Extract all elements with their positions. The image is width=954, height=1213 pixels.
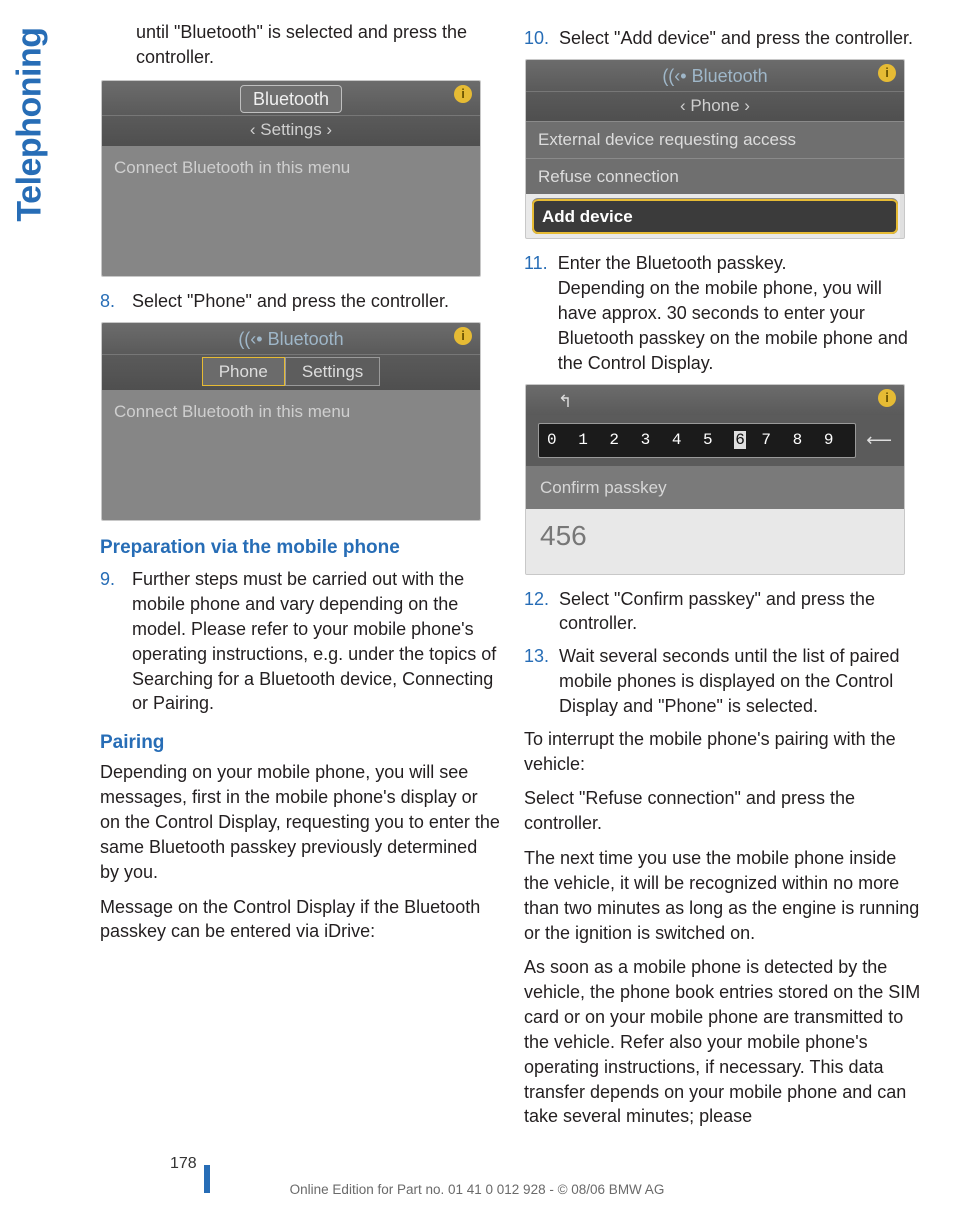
entered-passkey: 456	[526, 509, 904, 574]
pairing-paragraph-2: Message on the Control Display if the Bl…	[100, 895, 500, 945]
step-11-number: 11.	[524, 251, 548, 375]
back-icon: ↰	[544, 392, 572, 411]
shot2-body: Connect Bluetooth in this menu	[102, 390, 480, 520]
backspace-icon: ⟵	[866, 428, 892, 453]
as-soon-paragraph: As soon as a mobile phone is detected by…	[524, 955, 924, 1129]
digit-highlight: 6	[734, 431, 746, 449]
side-tab-label: Telephoning	[11, 28, 50, 248]
next-time-paragraph: The next time you use the mobile phone i…	[524, 846, 924, 945]
tab-phone: Phone	[202, 357, 285, 386]
phone-breadcrumb: ‹ Phone ›	[526, 91, 904, 121]
bt-prefix-icon: ((‹•	[238, 329, 267, 349]
step-11a-text: Enter the Bluetooth passkey.	[558, 253, 787, 273]
screenshot-add-device: ((‹• Bluetooth i ‹ Phone › External devi…	[525, 59, 905, 240]
heading-pairing: Pairing	[100, 730, 500, 756]
bt-title: Bluetooth	[692, 66, 768, 86]
step-9-number: 9.	[100, 567, 122, 716]
info-icon: i	[454, 327, 472, 345]
step-10-number: 10.	[524, 26, 549, 51]
side-tab: Telephoning	[0, 0, 57, 220]
interrupt-action: Select "Refuse connection" and press the…	[524, 786, 924, 836]
page-number: 178	[170, 1155, 197, 1173]
right-column: 10. Select "Add device" and press the co…	[524, 20, 924, 1139]
step-11b-text: Depending on the mobile phone, you will …	[558, 278, 908, 372]
step-13-number: 13.	[524, 644, 549, 718]
info-icon: i	[454, 85, 472, 103]
step-12-text: Select "Confirm passkey" and press the c…	[559, 587, 924, 637]
digit-selector: 0 1 2 3 4 5 6 7 8 9	[538, 423, 856, 457]
step-8-number: 8.	[100, 289, 122, 314]
tab-settings: Settings	[285, 357, 380, 386]
footer-line: Online Edition for Part no. 01 41 0 012 …	[0, 1182, 954, 1197]
step-9-text: Further steps must be carried out with t…	[132, 567, 500, 716]
info-icon: i	[878, 389, 896, 407]
pairing-paragraph-1: Depending on your mobile phone, you will…	[100, 760, 500, 884]
step-10-text: Select "Add device" and press the contro…	[559, 26, 924, 51]
row-add-device: Add device	[532, 198, 898, 234]
bluetooth-pill: Bluetooth	[240, 85, 342, 114]
info-icon: i	[878, 64, 896, 82]
confirm-passkey-label: Confirm passkey	[526, 466, 904, 509]
left-column: until "Bluetooth" is selected and press …	[100, 20, 500, 1139]
screenshot-phone-tab: ((‹• Bluetooth i Phone Settings Connect …	[101, 322, 481, 521]
screenshot-passkey-entry: ↰ i 0 1 2 3 4 5 6 7 8 9 ⟵ Confirm passke…	[525, 384, 905, 575]
heading-preparation: Preparation via the mobile phone	[100, 535, 500, 561]
screenshot-bluetooth-settings: Bluetooth i ‹ Settings › Connect Bluetoo…	[101, 80, 481, 277]
bt-prefix-icon: ((‹•	[662, 66, 691, 86]
bt-title: Bluetooth	[268, 329, 344, 349]
step-12-number: 12.	[524, 587, 549, 637]
shot1-body: Connect Bluetooth in this menu	[102, 146, 480, 276]
step-8-text: Select "Phone" and press the controller.	[132, 289, 500, 314]
row-external-device: External device requesting access	[526, 121, 904, 157]
settings-breadcrumb: ‹ Settings ›	[102, 115, 480, 145]
interrupt-intro: To interrupt the mobile phone's pairing …	[524, 727, 924, 777]
row-refuse-connection: Refuse connection	[526, 158, 904, 194]
intro-text: until "Bluetooth" is selected and press …	[100, 20, 500, 70]
step-13-text: Wait several seconds until the list of p…	[559, 644, 924, 718]
